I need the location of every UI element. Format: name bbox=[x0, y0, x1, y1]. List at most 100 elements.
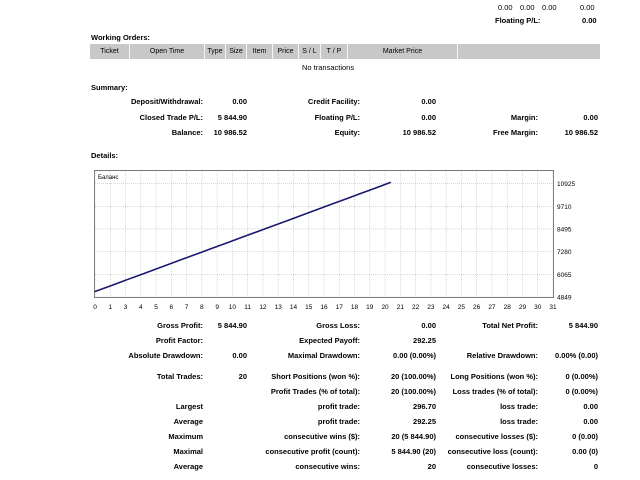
chart-xtick-28: 29 bbox=[519, 304, 527, 311]
chart-xtick-0: 0 bbox=[93, 304, 97, 311]
expected-payoff-label: Expected Payoff: bbox=[299, 336, 360, 345]
chart-xtick-18: 19 bbox=[366, 304, 374, 311]
credit-value: 0.00 bbox=[421, 97, 436, 106]
expected-payoff-value: 292.25 bbox=[413, 336, 436, 345]
free-margin-label: Free Margin: bbox=[492, 128, 538, 137]
top-value-1: 0.00 bbox=[498, 3, 513, 12]
gross-loss-label: Gross Loss: bbox=[316, 321, 360, 330]
chart-xtick-29: 30 bbox=[534, 304, 542, 311]
avg-losses-value: 0 bbox=[593, 462, 598, 471]
max-losses-label: consecutive losses ($): bbox=[455, 432, 538, 441]
largest-profit-label: profit trade: bbox=[317, 402, 360, 411]
balance-chart-frame bbox=[94, 170, 554, 298]
col-price[interactable]: Price bbox=[273, 44, 299, 59]
col-size[interactable]: Size bbox=[226, 44, 247, 59]
avg-wins-value: 20 bbox=[427, 462, 436, 471]
maximal-profit-label: consecutive profit (count): bbox=[265, 447, 360, 456]
floating-top-value: 0.00 bbox=[582, 16, 597, 25]
chart-xtick-22: 23 bbox=[427, 304, 435, 311]
chart-xtick-2: 3 bbox=[124, 304, 128, 311]
col-market-price[interactable]: Market Price bbox=[348, 44, 458, 59]
avg-wins-label: consecutive wins: bbox=[295, 462, 360, 471]
abs-drawdown-label: Absolute Drawdown: bbox=[128, 351, 203, 360]
chart-ytick-4: 6065 bbox=[557, 272, 572, 279]
average-profit-value: 292.25 bbox=[413, 417, 436, 426]
chart-ytick-2: 8495 bbox=[557, 226, 572, 233]
max-losses-value: 0 (0.00) bbox=[572, 432, 598, 441]
chart-xtick-6: 7 bbox=[185, 304, 189, 311]
col-item[interactable]: Item bbox=[247, 44, 273, 59]
largest-label: Largest bbox=[175, 402, 203, 411]
col-tp[interactable]: T / P bbox=[321, 44, 348, 59]
rel-drawdown-value: 0.00% (0.00) bbox=[555, 351, 598, 360]
chart-xtick-24: 25 bbox=[458, 304, 466, 311]
balance-label: Balance: bbox=[171, 128, 203, 137]
chart-xtick-17: 18 bbox=[351, 304, 359, 311]
margin-label: Margin: bbox=[510, 113, 538, 122]
long-positions-value: 0 (0.00%) bbox=[565, 372, 598, 381]
chart-xtick-30: 31 bbox=[549, 304, 557, 311]
chart-xtick-21: 22 bbox=[412, 304, 420, 311]
equity-value: 10 986.52 bbox=[402, 128, 436, 137]
gross-profit-value: 5 844.90 bbox=[217, 321, 247, 330]
floating-pl-value: 0.00 bbox=[421, 113, 436, 122]
average-profit-label: profit trade: bbox=[317, 417, 360, 426]
chart-xtick-8: 9 bbox=[215, 304, 219, 311]
net-profit-value: 5 844.90 bbox=[568, 321, 598, 330]
chart-xtick-5: 6 bbox=[170, 304, 174, 311]
working-orders-title: Working Orders: bbox=[91, 33, 151, 42]
chart-xtick-11: 12 bbox=[259, 304, 267, 311]
floating-pl-label: Floating P/L: bbox=[314, 113, 360, 122]
average-label: Average bbox=[173, 417, 203, 426]
floating-top-label: Floating P/L: bbox=[495, 16, 541, 25]
chart-ytick-1: 9710 bbox=[557, 204, 572, 211]
chart-xtick-23: 24 bbox=[443, 304, 451, 311]
chart-xtick-20: 21 bbox=[397, 304, 405, 311]
chart-xtick-25: 26 bbox=[473, 304, 481, 311]
chart-xtick-15: 16 bbox=[320, 304, 328, 311]
col-ticket[interactable]: Ticket bbox=[90, 44, 130, 59]
col-sl[interactable]: S / L bbox=[299, 44, 321, 59]
gross-profit-label: Gross Profit: bbox=[157, 321, 203, 330]
avg-losses-label: consecutive losses: bbox=[466, 462, 538, 471]
col-open-time[interactable]: Open Time bbox=[130, 44, 205, 59]
chart-ytick-0: 10925 bbox=[557, 181, 575, 188]
rel-drawdown-label: Relative Drawdown: bbox=[466, 351, 538, 360]
orders-empty-text: No transactions bbox=[302, 63, 355, 72]
maximum-label: Maximum bbox=[168, 432, 203, 441]
largest-profit-value: 296.70 bbox=[413, 402, 436, 411]
largest-loss-label: loss trade: bbox=[500, 402, 538, 411]
chart-xtick-27: 28 bbox=[504, 304, 512, 311]
short-positions-value: 20 (100.00%) bbox=[390, 372, 436, 381]
top-value-4: 0.00 bbox=[580, 3, 595, 12]
col-type[interactable]: Type bbox=[205, 44, 226, 59]
details-title: Details: bbox=[91, 151, 119, 160]
deposit-value: 0.00 bbox=[232, 97, 247, 106]
chart-xtick-9: 10 bbox=[229, 304, 237, 311]
chart-xtick-10: 11 bbox=[244, 304, 251, 311]
closed-pl-label: Closed Trade P/L: bbox=[139, 113, 203, 122]
col-filler bbox=[458, 44, 600, 59]
chart-xtick-14: 15 bbox=[305, 304, 313, 311]
gross-loss-value: 0.00 bbox=[421, 321, 436, 330]
chart-xtick-7: 8 bbox=[200, 304, 204, 311]
average-loss-value: 0.00 bbox=[583, 417, 598, 426]
chart-xtick-12: 13 bbox=[275, 304, 283, 311]
top-value-3: 0.00 bbox=[542, 3, 557, 12]
top-value-2: 0.00 bbox=[520, 3, 535, 12]
total-trades-label: Total Trades: bbox=[156, 372, 203, 381]
chart-xtick-1: 1 bbox=[108, 304, 112, 311]
total-trades-value: 20 bbox=[238, 372, 247, 381]
largest-loss-value: 0.00 bbox=[583, 402, 598, 411]
maximal-label: Maximal bbox=[173, 447, 203, 456]
chart-xtick-19: 20 bbox=[381, 304, 389, 311]
free-margin-value: 10 986.52 bbox=[564, 128, 598, 137]
profit-trades-value: 20 (100.00%) bbox=[390, 387, 436, 396]
max-wins-label: consecutive wins ($): bbox=[284, 432, 360, 441]
profit-trades-label: Profit Trades (% of total): bbox=[270, 387, 360, 396]
loss-trades-label: Loss trades (% of total): bbox=[452, 387, 538, 396]
loss-trades-value: 0 (0.00%) bbox=[565, 387, 598, 396]
orders-table-header: Ticket Open Time Type Size Item Price S … bbox=[90, 44, 600, 59]
credit-label: Credit Facility: bbox=[307, 97, 360, 106]
net-profit-label: Total Net Profit: bbox=[482, 321, 538, 330]
